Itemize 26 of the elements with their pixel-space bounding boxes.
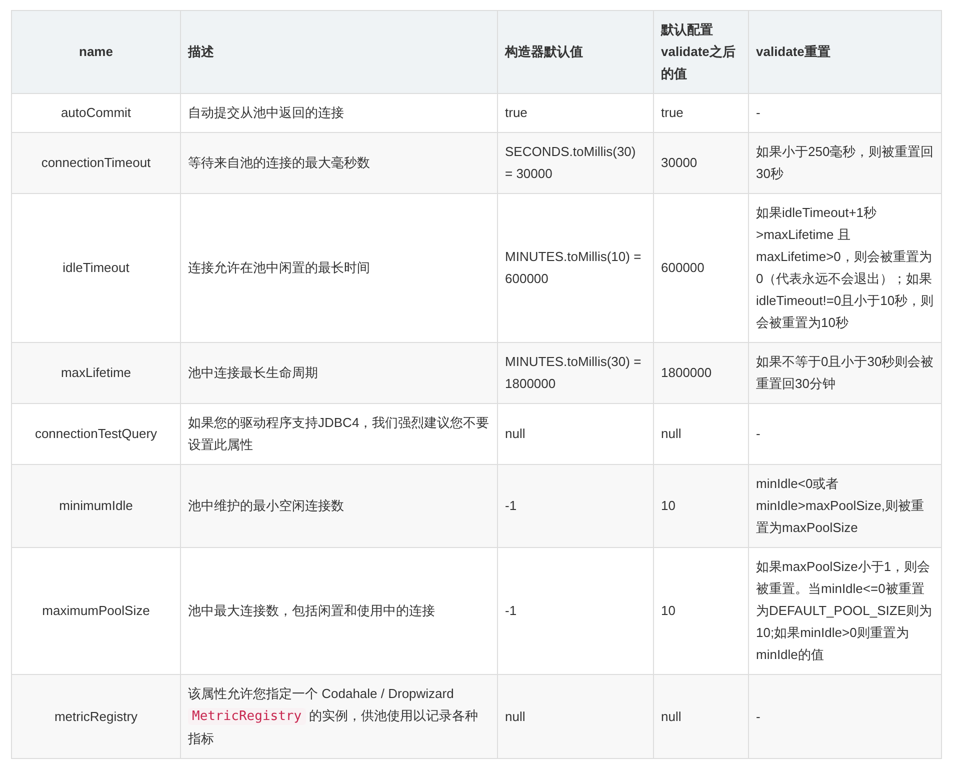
table-cell: metricRegistry	[12, 674, 180, 758]
table-cell: null	[498, 674, 654, 758]
table-cell: 如果不等于0且小于30秒则会被重置回30分钟	[748, 342, 942, 404]
column-header: validate重置	[748, 10, 942, 94]
table-cell: maxLifetime	[12, 342, 180, 404]
table-cell: 30000	[654, 132, 748, 194]
table-cell: null	[654, 674, 748, 758]
table-cell: 该属性允许您指定一个 Codahale / Dropwizard MetricRegistry 的实例，供池使用以记录各种指标	[180, 674, 498, 758]
table-cell: connectionTimeout	[12, 132, 180, 194]
table-cell: 如果小于250毫秒，则被重置回30秒	[748, 132, 942, 194]
code-span: MetricRegistry	[188, 708, 306, 725]
table-cell: -1	[498, 464, 654, 548]
table-cell: minIdle<0或者minIdle>maxPoolSize,则被重置为maxPoolSize	[748, 464, 942, 548]
table-cell: 等待来自池的连接的最大毫秒数	[180, 132, 498, 194]
table-cell: 10	[654, 464, 748, 548]
column-header: 默认配置validate之后的值	[654, 10, 748, 94]
table-cell: minimumIdle	[12, 464, 180, 548]
table-cell: 池中维护的最小空闲连接数	[180, 464, 498, 548]
table-cell: SECONDS.toMillis(30) = 30000	[498, 132, 654, 194]
table-cell: MINUTES.toMillis(30) = 1800000	[498, 342, 654, 404]
table-cell: 1800000	[654, 342, 748, 404]
column-header: 构造器默认值	[498, 10, 654, 94]
column-header: name	[12, 10, 180, 94]
column-header: 描述	[180, 10, 498, 94]
table-cell: -	[748, 674, 942, 758]
table-cell: 池中连接最长生命周期	[180, 342, 498, 404]
